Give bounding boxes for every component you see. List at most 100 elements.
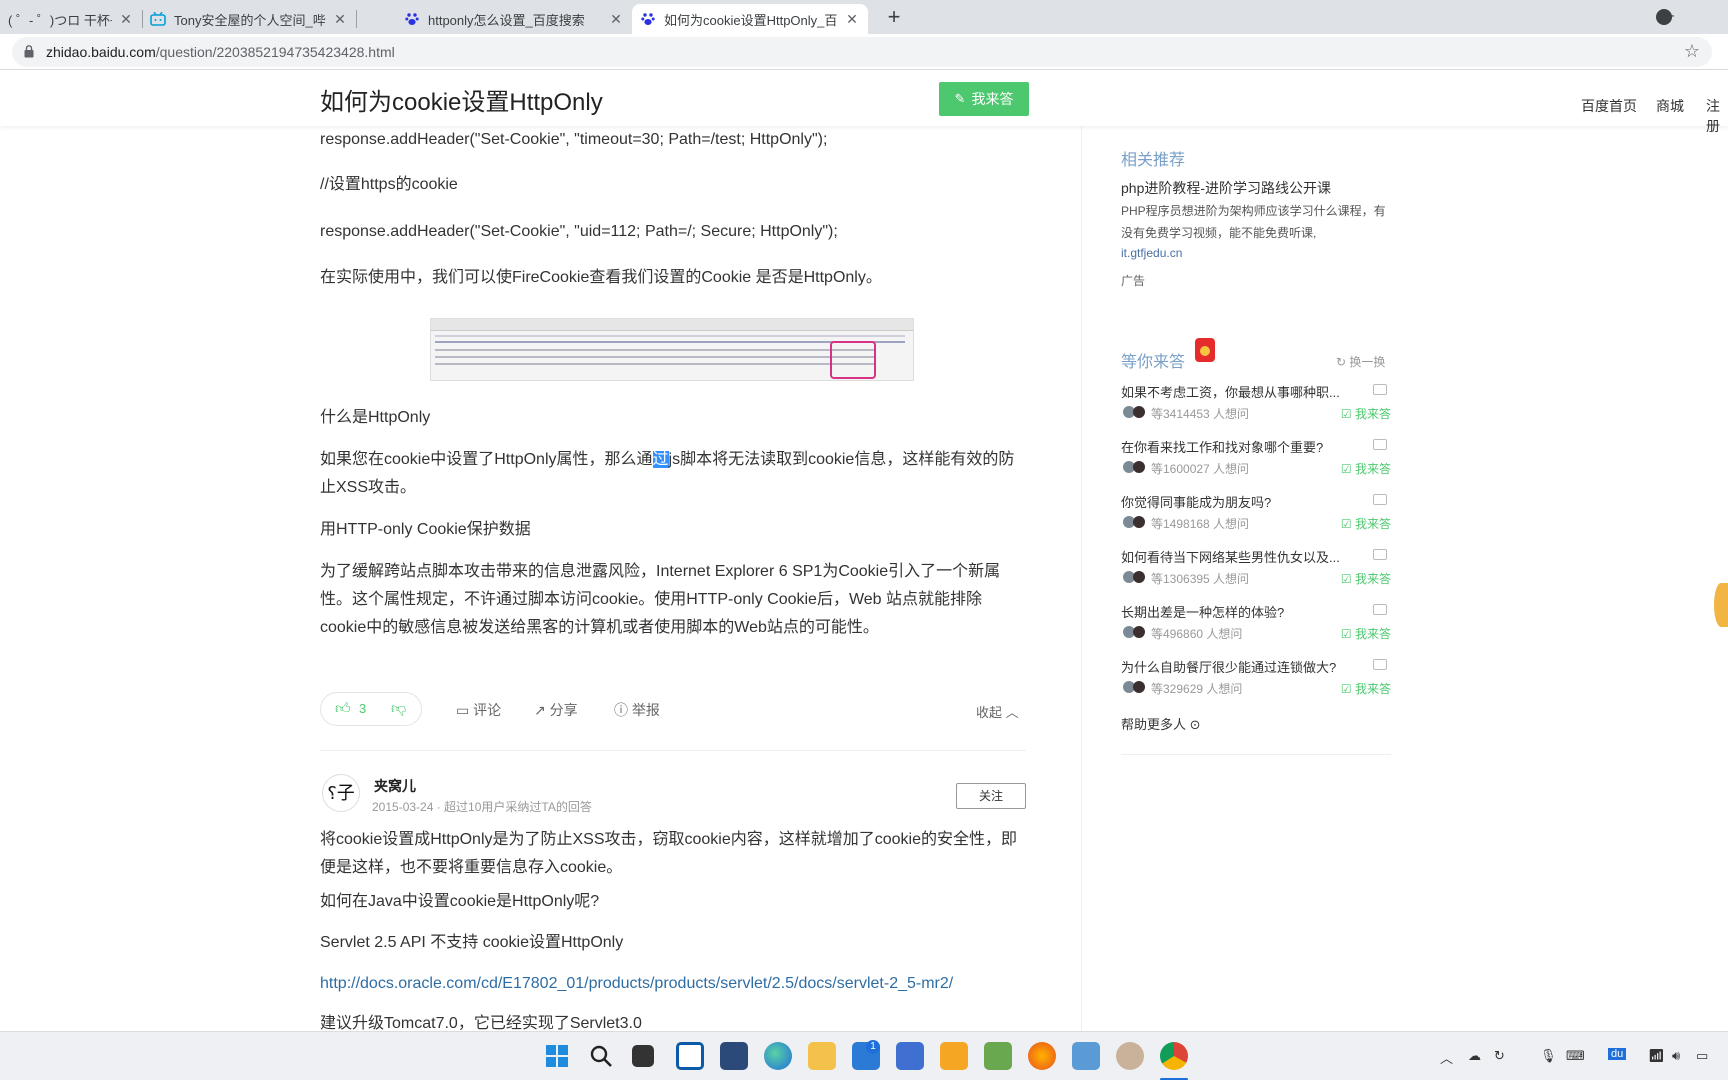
firecookie-screenshot[interactable]	[430, 318, 914, 381]
collapse-label: 收起	[976, 705, 1003, 720]
mail-badge: 1	[866, 1040, 880, 1054]
ad-title[interactable]: php进阶教程-进阶学习路线公开课	[1121, 178, 1331, 198]
notepad-icon[interactable]	[984, 1042, 1012, 1070]
help-more-link[interactable]: 帮助更多人 ⊙	[1121, 714, 1201, 733]
floating-mascot[interactable]	[1714, 583, 1728, 627]
answer-link[interactable]: ☑ 我来答	[1341, 680, 1391, 697]
close-icon[interactable]: ✕	[118, 11, 134, 28]
ime-indicator[interactable]: du	[1608, 1048, 1627, 1060]
app-icon[interactable]	[940, 1042, 968, 1070]
chevron-up-icon[interactable]: ︿	[1440, 1048, 1453, 1067]
waiting-count: 等3414453 人想问	[1151, 407, 1250, 421]
tab-tony-space[interactable]: Tony安全屋的个人空间_哔哩哔哩 ✕	[142, 4, 356, 34]
paragraph: 如何在Java中设置cookie是HttpOnly呢?	[320, 893, 600, 910]
close-icon[interactable]: ✕	[844, 11, 860, 28]
answer-link[interactable]: ☑ 我来答	[1341, 570, 1391, 587]
waiting-count: 等329629 人想问	[1151, 682, 1243, 696]
edge-icon[interactable]	[764, 1042, 792, 1070]
paragraph: Servlet 2.5 API 不支持 cookie设置HttpOnly	[320, 934, 624, 951]
sidebar-divider	[1121, 754, 1391, 755]
new-tab-button[interactable]: +	[880, 4, 908, 32]
share-button[interactable]: ↗ 分享	[534, 700, 578, 720]
windows-start-icon[interactable]	[543, 1042, 571, 1070]
text-selection[interactable]: 过	[652, 451, 669, 468]
share-icon: ↗	[534, 702, 550, 718]
ime-mode-icon[interactable]: ⌨	[1566, 1048, 1585, 1064]
answer-link[interactable]: ☑ 我来答	[1341, 625, 1391, 642]
section-heading: 用HTTP-only Cookie保护数据	[320, 521, 531, 538]
comment-label: 评论	[473, 702, 502, 718]
code-comment: //设置https的cookie	[320, 176, 458, 193]
chrome-icon[interactable]	[1160, 1042, 1188, 1070]
chevron-up-icon: ︿	[1005, 705, 1019, 720]
comment-button[interactable]: ▭ 评论	[456, 700, 501, 720]
store-icon[interactable]	[720, 1042, 748, 1070]
lock-icon[interactable]	[24, 45, 34, 58]
thumb-up-icon[interactable]: 👍︎	[335, 700, 351, 718]
search-icon[interactable]	[587, 1042, 615, 1070]
report-label: 举报	[631, 702, 660, 718]
bookmark-star-icon[interactable]: ☆	[1684, 41, 1700, 62]
tab-current-question[interactable]: 如何为cookie设置HttpOnly_百度 ✕	[632, 4, 868, 34]
report-button[interactable]: ⓘ 举报	[614, 700, 660, 720]
nav-register[interactable]: 注册	[1706, 96, 1728, 136]
tab-bilibili[interactable]: ( ゜- ゜)つロ 干杯~-bili ✕	[0, 4, 142, 34]
refresh-label: 换一换	[1349, 355, 1386, 369]
file-explorer-icon[interactable]	[808, 1042, 836, 1070]
list-item[interactable]: 在你看来找工作和找对象哪个重要? 等1600027 人想问 ☑ 我来答	[1121, 437, 1391, 487]
question-title[interactable]: 为什么自助餐厅很少能通过连锁做大?	[1121, 657, 1361, 676]
app-icon[interactable]	[1072, 1042, 1100, 1070]
follow-button[interactable]: 关注	[956, 783, 1026, 809]
nav-mall[interactable]: 商城	[1656, 96, 1684, 116]
wifi-icon[interactable]: 📶︎	[1648, 1048, 1665, 1064]
list-item[interactable]: 长期出差是一种怎样的体验? 等496860 人想问 ☑ 我来答	[1121, 602, 1391, 652]
answer-link[interactable]: ☑ 我来答	[1341, 515, 1391, 532]
close-icon[interactable]: ✕	[608, 11, 624, 28]
oracle-docs-link[interactable]: http://docs.oracle.com/cd/E17802_01/prod…	[320, 970, 1026, 998]
code-line: response.addHeader("Set-Cookie", "timeou…	[320, 131, 828, 148]
collapse-button[interactable]: 收起 ︿	[976, 702, 1019, 721]
answer-divider	[320, 750, 1026, 751]
microphone-icon[interactable]: 🎙︎	[1540, 1048, 1557, 1064]
battery-icon[interactable]: ▭	[1696, 1048, 1708, 1064]
list-item[interactable]: 你觉得同事能成为朋友吗? 等1498168 人想问 ☑ 我来答	[1121, 492, 1391, 542]
answer-link[interactable]: ☑ 我来答	[1341, 460, 1391, 477]
firefox-icon[interactable]	[1028, 1042, 1056, 1070]
list-item[interactable]: 如果不考虑工资，你最想从事哪种职... 等3414453 人想问 ☑ 我来答	[1121, 382, 1391, 432]
answer-link[interactable]: ☑ 我来答	[1341, 405, 1391, 422]
question-title[interactable]: 长期出差是一种怎样的体验?	[1121, 602, 1361, 621]
question-title[interactable]: 在你看来找工作和找对象哪个重要?	[1121, 437, 1361, 456]
sync-icon[interactable]: ↻	[1494, 1048, 1505, 1064]
app-icon[interactable]	[896, 1042, 924, 1070]
widgets-icon[interactable]	[676, 1042, 704, 1070]
avatar[interactable]: ⸮子	[322, 774, 360, 812]
address-bar[interactable]: zhidao.baidu.com/question/22038521947354…	[12, 37, 1712, 67]
ad-link[interactable]: it.gtfjedu.cn	[1121, 246, 1182, 260]
refresh-button[interactable]: ↻ 换一换	[1336, 353, 1385, 370]
thumb-down-icon[interactable]: 👎︎	[391, 700, 406, 718]
question-title[interactable]: 如果不考虑工资，你最想从事哪种职...	[1121, 382, 1361, 401]
close-icon[interactable]: ✕	[332, 11, 348, 28]
tab-title: Tony安全屋的个人空间_哔哩哔哩	[174, 12, 326, 28]
ad-description[interactable]: PHP程序员想进阶为架构师应该学习什么课程，有没有免费学习视频，能不能免费听课,	[1121, 200, 1391, 244]
avatar	[1133, 571, 1145, 583]
question-title[interactable]: 你觉得同事能成为朋友吗?	[1121, 492, 1361, 511]
tab-baidu-search[interactable]: httponly怎么设置_百度搜索 ✕	[396, 4, 632, 34]
cloud-icon[interactable]: ☁	[1468, 1048, 1481, 1064]
comment-icon: ▭	[456, 702, 474, 718]
answer-actions: 👍︎ 3 👎︎ ▭ 评论 ↗ 分享 ⓘ 举报 收起 ︿	[320, 692, 1026, 728]
volume-icon[interactable]: 🔊︎	[1672, 1048, 1680, 1064]
section-heading: 什么是HttpOnly	[320, 409, 431, 426]
user-name[interactable]: 夹窝儿	[374, 776, 416, 796]
app-icon[interactable]	[1116, 1042, 1144, 1070]
list-item[interactable]: 如何看待当下网络某些男性仇女以及... 等1306395 人想问 ☑ 我来答	[1121, 547, 1391, 597]
tab-search-icon[interactable]	[1656, 9, 1672, 25]
question-title[interactable]: 如何看待当下网络某些男性仇女以及...	[1121, 547, 1361, 566]
help-more-label: 帮助更多人	[1121, 717, 1187, 732]
nav-baidu-home[interactable]: 百度首页	[1581, 96, 1637, 116]
answer-label: 我来答	[1354, 462, 1391, 476]
answer-button[interactable]: ✎ 我来答	[939, 82, 1029, 116]
list-item[interactable]: 为什么自助餐厅很少能通过连锁做大? 等329629 人想问 ☑ 我来答	[1121, 657, 1391, 707]
avatar	[1133, 626, 1145, 638]
task-view-icon[interactable]	[632, 1045, 654, 1067]
